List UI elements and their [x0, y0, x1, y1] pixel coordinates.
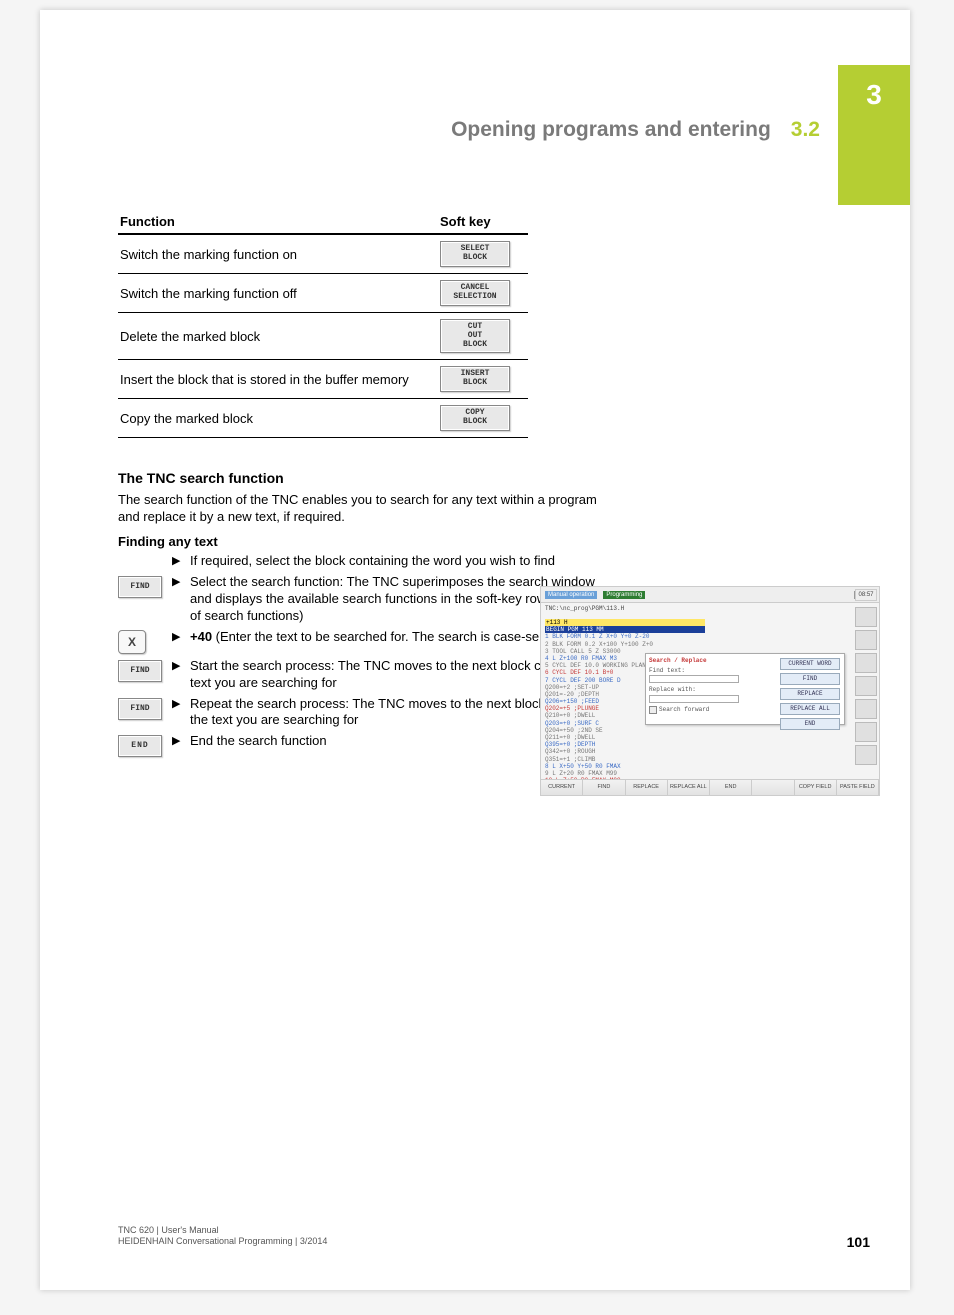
clock: 08:57 [855, 589, 877, 601]
program-selected: BEGIN PGM 113 MM [545, 626, 705, 633]
side-button[interactable] [855, 699, 877, 719]
section-para: The search function of the TNC enables y… [118, 492, 598, 526]
th-function: Function [118, 210, 438, 234]
page-number: 101 [847, 1234, 870, 1250]
softkey-end[interactable]: END [118, 735, 162, 757]
fn-cell: Switch the marking function on [118, 234, 438, 274]
sk-end[interactable]: END [710, 780, 752, 795]
sk-replace-all[interactable]: REPLACE ALL [668, 780, 710, 795]
sk-replace[interactable]: REPLACE [626, 780, 668, 795]
header-section-number: 3.2 [791, 118, 820, 142]
softkey-insert-block[interactable]: INSERT BLOCK [440, 366, 510, 392]
side-button[interactable] [855, 676, 877, 696]
subsection-title: Finding any text [118, 534, 838, 549]
softkey-find[interactable]: FIND [118, 660, 162, 682]
table-row: Switch the marking function off CANCEL S… [118, 274, 528, 313]
section-title: The TNC search function [118, 470, 838, 486]
tnc-screenshot: Manual operation Programming DNC 08:57 T… [540, 586, 880, 796]
search-term: +40 [190, 629, 212, 644]
bullet-arrow-icon: ▶ [172, 553, 190, 570]
btn-replace[interactable]: REPLACE [780, 688, 840, 700]
btn-end[interactable]: END [780, 718, 840, 730]
search-dialog: Search / Replace Find text: Replace with… [645, 653, 845, 725]
sk-find[interactable]: FIND [583, 780, 625, 795]
fn-cell: Insert the block that is stored in the b… [118, 360, 438, 399]
mode-manual: Manual operation [545, 591, 597, 599]
table-row: Copy the marked block COPY BLOCK [118, 399, 528, 438]
fn-cell: Delete the marked block [118, 313, 438, 360]
bullet-arrow-icon: ▶ [172, 658, 190, 692]
btn-replace-all[interactable]: REPLACE ALL [780, 703, 840, 715]
instruction-row: ▶ If required, select the block containi… [118, 553, 618, 570]
find-input[interactable] [649, 675, 739, 683]
btn-find[interactable]: FIND [780, 673, 840, 685]
bullet-arrow-icon: ▶ [172, 733, 190, 750]
program-path: TNC:\nc_prog\PGM\113.H [545, 605, 851, 612]
bullet-arrow-icon: ▶ [172, 574, 190, 625]
th-softkey: Soft key [438, 210, 528, 234]
program-highlight: +113 H [545, 619, 705, 626]
chapter-tab: 3 [838, 65, 910, 205]
chapter-number: 3 [866, 79, 882, 111]
softkey-cancel-selection[interactable]: CANCEL SELECTION [440, 280, 510, 306]
side-button[interactable] [855, 722, 877, 742]
footer-line2: HEIDENHAIN Conversational Programming | … [118, 1236, 327, 1248]
softkey-copy-block[interactable]: COPY BLOCK [440, 405, 510, 431]
softkey-row: CURRENT WORD FIND REPLACE REPLACE ALL EN… [541, 779, 879, 795]
bullet-arrow-icon: ▶ [172, 629, 190, 646]
instruction-text: End the search function [190, 733, 327, 750]
softkey-find[interactable]: FIND [118, 576, 162, 598]
sk-copy-field[interactable]: COPY FIELD [795, 780, 837, 795]
side-toolbar [855, 607, 877, 765]
btn-current-word[interactable]: CURRENT WORD [780, 658, 840, 670]
fn-cell: Switch the marking function off [118, 274, 438, 313]
table-row: Insert the block that is stored in the b… [118, 360, 528, 399]
key-x[interactable]: X [118, 630, 146, 654]
softkey-select-block[interactable]: SELECT BLOCK [440, 241, 510, 267]
function-table: Function Soft key Switch the marking fun… [118, 210, 528, 438]
footer-line1: TNC 620 | User's Manual [118, 1225, 327, 1237]
side-button[interactable] [855, 630, 877, 650]
mode-programming: Programming [603, 591, 645, 599]
fn-cell: Copy the marked block [118, 399, 438, 438]
header-title: Opening programs and entering [451, 118, 771, 142]
bullet-arrow-icon: ▶ [172, 696, 190, 730]
sk-paste-field[interactable]: PASTE FIELD [837, 780, 879, 795]
footer: TNC 620 | User's Manual HEIDENHAIN Conve… [118, 1225, 327, 1248]
instruction-text: If required, select the block containing… [190, 553, 555, 570]
table-row: Delete the marked block CUT OUT BLOCK [118, 313, 528, 360]
sk-current-word[interactable]: CURRENT WORD [541, 780, 583, 795]
softkey-find[interactable]: FIND [118, 698, 162, 720]
softkey-cut-out-block[interactable]: CUT OUT BLOCK [440, 319, 510, 353]
side-button[interactable] [855, 653, 877, 673]
sk-empty[interactable] [752, 780, 794, 795]
side-button[interactable] [855, 607, 877, 627]
page-header: Opening programs and entering 3.2 [451, 118, 820, 142]
table-row: Switch the marking function on SELECT BL… [118, 234, 528, 274]
side-button[interactable] [855, 745, 877, 765]
replace-input[interactable] [649, 695, 739, 703]
instruction-text: +40 (Enter the text to be searched for. … [190, 629, 584, 646]
